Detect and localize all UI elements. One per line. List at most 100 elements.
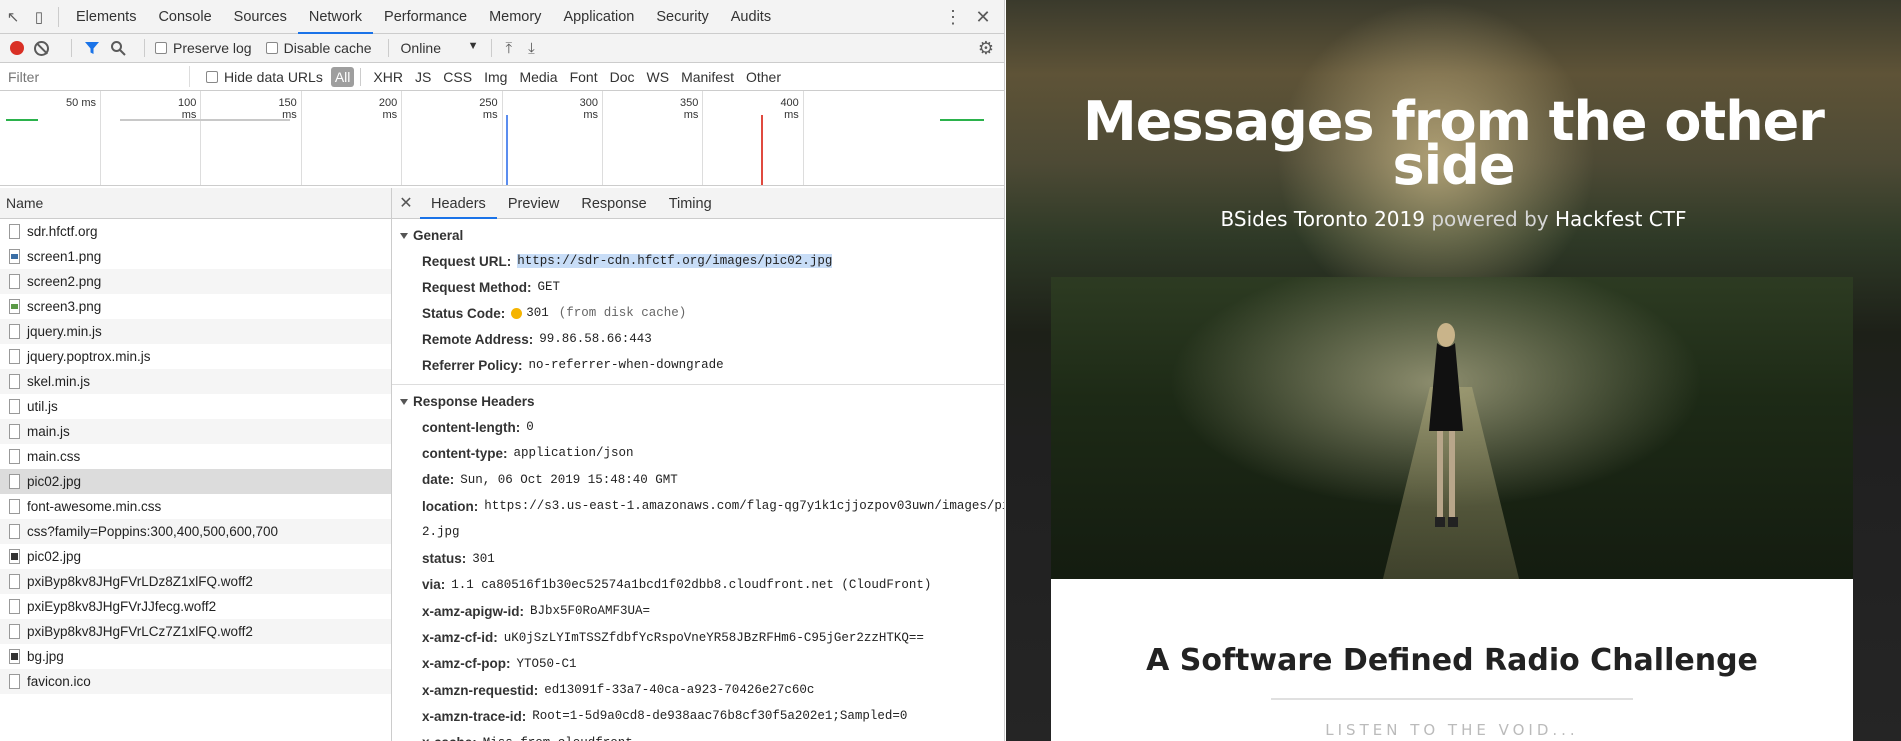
tab-performance[interactable]: Performance bbox=[373, 0, 478, 34]
inspect-element-icon[interactable]: ↖ bbox=[0, 0, 26, 34]
request-url-row: Request URL: https://sdr-cdn.hfctf.org/im… bbox=[392, 248, 1004, 274]
request-row[interactable]: main.css bbox=[0, 444, 391, 469]
header-value[interactable]: YTO50-C1 bbox=[517, 657, 577, 671]
request-row[interactable]: bg.jpg bbox=[0, 644, 391, 669]
search-icon[interactable] bbox=[110, 40, 126, 56]
status-note: (from disk cache) bbox=[558, 306, 687, 320]
filter-type-doc[interactable]: Doc bbox=[604, 69, 641, 85]
clear-icon[interactable] bbox=[34, 40, 49, 56]
header-key: Referrer Policy: bbox=[422, 357, 523, 373]
more-options-icon[interactable]: ⋮ bbox=[938, 7, 968, 28]
disable-cache-checkbox[interactable] bbox=[265, 42, 278, 54]
header-value[interactable]: Root=1-5d9a0cd8-de938aac76b8cf30f5a202e1… bbox=[532, 709, 907, 723]
tab-application[interactable]: Application bbox=[552, 0, 645, 34]
filter-type-font[interactable]: Font bbox=[564, 69, 604, 85]
request-row[interactable]: pxiByp8kv8JHgFVrLDz8Z1xlFQ.woff2 bbox=[0, 569, 391, 594]
filter-type-js[interactable]: JS bbox=[409, 69, 437, 85]
header-value[interactable]: Sun, 06 Oct 2019 15:48:40 GMT bbox=[460, 473, 678, 487]
tab-sources[interactable]: Sources bbox=[223, 0, 298, 34]
request-row[interactable]: screen3.png bbox=[0, 294, 391, 319]
header-value[interactable]: https://s3.us-east-1.amazonaws.com/flag-… bbox=[484, 499, 1004, 513]
content-card: A Software Defined Radio Challenge LISTE… bbox=[1051, 579, 1853, 741]
header-value[interactable]: BJbx5F0RoAMF3UA= bbox=[530, 604, 650, 618]
throttle-select[interactable]: Online ▼ bbox=[401, 40, 479, 56]
import-har-icon[interactable]: ⤒ bbox=[506, 40, 513, 57]
detail-tab-preview[interactable]: Preview bbox=[497, 188, 571, 219]
tab-memory[interactable]: Memory bbox=[478, 0, 552, 34]
filter-type-css[interactable]: CSS bbox=[437, 69, 478, 85]
request-row[interactable]: jquery.min.js bbox=[0, 319, 391, 344]
filter-icon[interactable] bbox=[84, 40, 100, 56]
request-row[interactable]: pxiEyp8kv8JHgFVrJJfecg.woff2 bbox=[0, 594, 391, 619]
header-value[interactable]: 1.1 ca80516f1b30ec52574a1bcd1f02dbb8.clo… bbox=[451, 578, 931, 592]
request-row[interactable]: pic02.jpg bbox=[0, 469, 391, 494]
tab-audits[interactable]: Audits bbox=[720, 0, 782, 34]
detail-tabs: ✕ Headers Preview Response Timing bbox=[392, 188, 1004, 219]
filter-type-img[interactable]: Img bbox=[478, 69, 513, 85]
header-value[interactable]: 0 bbox=[526, 420, 534, 434]
header-value[interactable]: no-referrer-when-downgrade bbox=[529, 358, 724, 372]
tab-security[interactable]: Security bbox=[645, 0, 719, 34]
filter-input[interactable] bbox=[0, 66, 190, 87]
filter-type-all[interactable]: All bbox=[330, 66, 355, 87]
record-icon[interactable] bbox=[10, 41, 24, 55]
header-value[interactable]: 99.86.58.66:443 bbox=[539, 332, 652, 346]
request-row[interactable]: favicon.ico bbox=[0, 669, 391, 694]
timeline-gridline bbox=[200, 91, 202, 185]
document-icon bbox=[9, 449, 20, 464]
tab-network[interactable]: Network bbox=[297, 0, 374, 34]
header-value[interactable]: Miss from cloudfront bbox=[483, 736, 633, 741]
request-row[interactable]: screen1.png bbox=[0, 244, 391, 269]
header-value[interactable]: https://sdr-cdn.hfctf.org/images/pic02.j… bbox=[517, 254, 833, 268]
image-icon bbox=[9, 549, 20, 564]
timeline-gridline bbox=[501, 91, 503, 185]
header-value[interactable]: 301 bbox=[526, 306, 549, 320]
request-name: css?family=Poppins:300,400,500,600,700 bbox=[27, 524, 279, 539]
timeline-overview[interactable]: 50 ms 100 ms 150 ms 200 ms 250 ms 300 ms 350 m… bbox=[0, 91, 1004, 186]
response-header-row: status: 301 bbox=[392, 545, 1004, 571]
header-value[interactable]: ed13091f-33a7-40ca-a923-70426e27c60c bbox=[544, 683, 814, 697]
export-har-icon[interactable]: ⤓ bbox=[528, 40, 535, 57]
request-row[interactable]: css?family=Poppins:300,400,500,600,700 bbox=[0, 519, 391, 544]
close-icon[interactable]: ✕ bbox=[968, 7, 998, 28]
tab-console[interactable]: Console bbox=[147, 0, 222, 34]
request-name: util.js bbox=[27, 399, 58, 414]
detail-tab-response[interactable]: Response bbox=[570, 188, 657, 219]
filter-type-other[interactable]: Other bbox=[740, 69, 787, 85]
request-row[interactable]: pic02.jpg bbox=[0, 544, 391, 569]
load-event-line bbox=[761, 115, 763, 185]
detail-tab-headers[interactable]: Headers bbox=[420, 188, 497, 219]
request-row[interactable]: font-awesome.min.css bbox=[0, 494, 391, 519]
woman-figure bbox=[1429, 323, 1463, 527]
header-value[interactable]: 2.jpg bbox=[422, 525, 460, 539]
request-row[interactable]: pxiByp8kv8JHgFVrLCz7Z1xlFQ.woff2 bbox=[0, 619, 391, 644]
close-detail-icon[interactable]: ✕ bbox=[392, 193, 420, 213]
request-name: pic02.jpg bbox=[27, 549, 82, 564]
request-row[interactable]: util.js bbox=[0, 394, 391, 419]
name-column-header[interactable]: Name bbox=[0, 188, 392, 219]
request-list: sdr.hfctf.org screen1.png screen2.png scree… bbox=[0, 219, 392, 741]
filter-type-xhr[interactable]: XHR bbox=[367, 69, 409, 85]
filter-type-media[interactable]: Media bbox=[513, 69, 563, 85]
general-section-header[interactable]: General bbox=[392, 219, 1004, 248]
request-row[interactable]: screen2.png bbox=[0, 269, 391, 294]
preserve-log-checkbox[interactable] bbox=[155, 42, 167, 54]
request-row[interactable]: main.js bbox=[0, 419, 391, 444]
filter-type-manifest[interactable]: Manifest bbox=[675, 69, 740, 85]
request-row[interactable]: jquery.poptrox.min.js bbox=[0, 344, 391, 369]
site-title: Messages from the other side bbox=[1006, 95, 1901, 193]
header-value[interactable]: 301 bbox=[472, 552, 495, 566]
image-icon bbox=[9, 649, 20, 664]
header-value[interactable]: GET bbox=[538, 280, 561, 294]
header-value[interactable]: application/json bbox=[514, 446, 634, 460]
tab-elements[interactable]: Elements bbox=[65, 0, 147, 34]
header-value[interactable]: uK0jSzLYImTSSZfdbfYcRspoVneYR58JBzRFHm6-… bbox=[504, 631, 924, 645]
request-row[interactable]: sdr.hfctf.org bbox=[0, 219, 391, 244]
request-row[interactable]: skel.min.js bbox=[0, 369, 391, 394]
detail-tab-timing[interactable]: Timing bbox=[658, 188, 723, 219]
settings-gear-icon[interactable]: ⚙ bbox=[978, 38, 994, 59]
hide-data-urls-checkbox[interactable] bbox=[206, 70, 218, 83]
response-headers-section-header[interactable]: Response Headers bbox=[392, 385, 1004, 414]
device-toolbar-icon[interactable]: ▯ bbox=[26, 0, 52, 34]
filter-type-ws[interactable]: WS bbox=[641, 69, 676, 85]
